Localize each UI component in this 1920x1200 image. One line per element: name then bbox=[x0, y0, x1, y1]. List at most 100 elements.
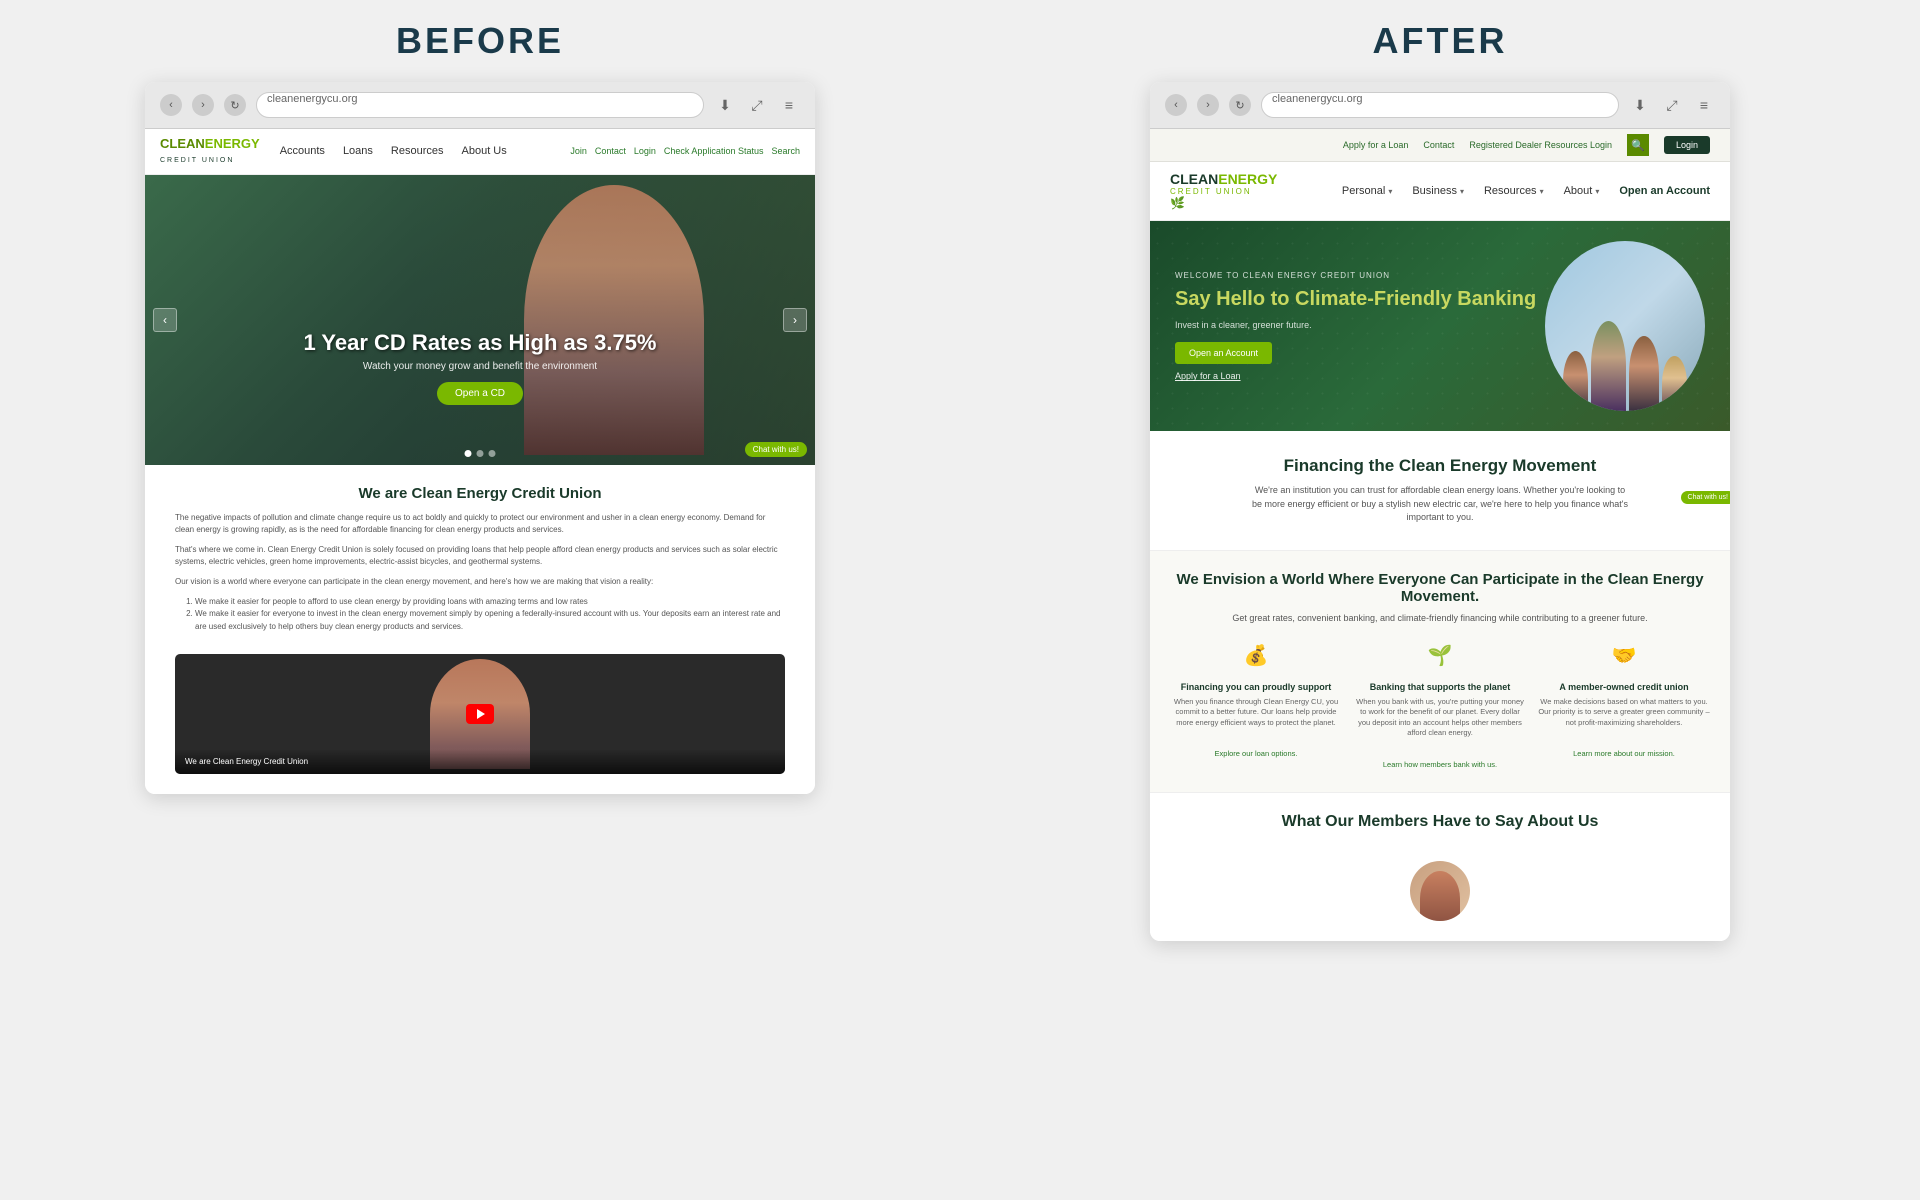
after-browser-chrome: ‹ › ↻ cleanenergycu.org ⬇ ⤢ ≡ bbox=[1150, 82, 1730, 129]
logo-energy: ENERGY bbox=[1218, 171, 1277, 187]
forward-button[interactable]: › bbox=[192, 94, 214, 116]
nav-resources-label: Resources bbox=[1484, 185, 1537, 197]
carousel-dot-3[interactable] bbox=[489, 450, 496, 457]
dealer-login-link[interactable]: Registered Dealer Resources Login bbox=[1469, 140, 1612, 150]
about-para1: The negative impacts of pollution and cl… bbox=[175, 512, 785, 536]
hero-family-image bbox=[1545, 241, 1705, 411]
chat-with-us-button[interactable]: Chat with us! bbox=[1681, 491, 1730, 504]
hero-person bbox=[413, 175, 815, 465]
hero-cta-button[interactable]: Open a CD bbox=[437, 382, 523, 405]
nav-search[interactable]: Search bbox=[771, 146, 800, 156]
feature-member-link[interactable]: Learn more about our mission. bbox=[1573, 749, 1675, 758]
nav-contact[interactable]: Contact bbox=[595, 146, 626, 156]
open-account-button[interactable]: Open an Account bbox=[1619, 185, 1710, 197]
testimonial-avatar bbox=[1410, 861, 1470, 921]
reload-button[interactable]: ↻ bbox=[1229, 94, 1251, 116]
chevron-down-icon: ▾ bbox=[1595, 187, 1599, 196]
carousel-next-button[interactable]: › bbox=[783, 308, 807, 332]
after-logo: CLEANENERGY CREDIT UNION 🌿 bbox=[1170, 172, 1277, 210]
after-site: Apply for a Loan Contact Registered Deal… bbox=[1150, 129, 1730, 941]
nav-business-label: Business bbox=[1412, 185, 1457, 197]
before-video[interactable]: We are Clean Energy Credit Union bbox=[175, 654, 785, 774]
back-button[interactable]: ‹ bbox=[160, 94, 182, 116]
forward-button[interactable]: › bbox=[1197, 94, 1219, 116]
before-nav-right: Join Contact Login Check Application Sta… bbox=[570, 146, 800, 156]
feature-planet-link[interactable]: Learn how members bank with us. bbox=[1383, 760, 1497, 769]
expand-icon: ⤢ bbox=[1661, 94, 1683, 116]
address-bar[interactable]: cleanenergycu.org bbox=[256, 92, 704, 118]
feature-planet-body: When you bank with us, you're putting yo… bbox=[1354, 697, 1526, 739]
after-nav: Personal ▾ Business ▾ Resources ▾ Abou bbox=[1307, 185, 1710, 197]
before-about-section: We are Clean Energy Credit Union The neg… bbox=[145, 465, 815, 654]
section1-heading: Financing the Clean Energy Movement bbox=[1170, 456, 1710, 476]
member-icon: 🤝 bbox=[1606, 638, 1642, 674]
contact-link[interactable]: Contact bbox=[1423, 140, 1454, 150]
hero-person-shape bbox=[524, 185, 704, 455]
carousel-dot-1[interactable] bbox=[465, 450, 472, 457]
after-hero-content: WELCOME TO CLEAN ENERGY CREDIT UNION Say… bbox=[1175, 271, 1545, 381]
nav-about[interactable]: About ▾ bbox=[1564, 185, 1600, 197]
download-icon: ⬇ bbox=[1629, 94, 1651, 116]
feature-planet-title: Banking that supports the planet bbox=[1354, 682, 1526, 692]
testimonial-avatar-area bbox=[1150, 851, 1730, 941]
feature-member-title: A member-owned credit union bbox=[1538, 682, 1710, 692]
carousel-prev-button[interactable]: ‹ bbox=[153, 308, 177, 332]
nav-business[interactable]: Business ▾ bbox=[1412, 185, 1464, 197]
menu-icon[interactable]: ≡ bbox=[1693, 94, 1715, 116]
reload-button[interactable]: ↻ bbox=[224, 94, 246, 116]
after-logo-sub: CREDIT UNION bbox=[1170, 187, 1277, 196]
nav-login[interactable]: Login bbox=[634, 146, 656, 156]
chevron-down-icon: ▾ bbox=[1540, 187, 1544, 196]
about-para3: Our vision is a world where everyone can… bbox=[175, 576, 785, 588]
youtube-play-button[interactable] bbox=[466, 704, 494, 724]
section3-heading: What Our Members Have to Say About Us bbox=[1170, 813, 1710, 831]
section2-heading: We Envision a World Where Everyone Can P… bbox=[1170, 571, 1710, 605]
logo-sub: CREDIT UNION bbox=[160, 157, 234, 164]
before-hero: ‹ › 1 Year CD Rates as High as 3.75% Wat… bbox=[145, 175, 815, 465]
address-bar[interactable]: cleanenergycu.org bbox=[1261, 92, 1619, 118]
hero-eyebrow: WELCOME TO CLEAN ENERGY CREDIT UNION bbox=[1175, 271, 1545, 280]
after-section-2: We Envision a World Where Everyone Can P… bbox=[1150, 551, 1730, 792]
carousel-dots bbox=[465, 450, 496, 457]
nav-loans[interactable]: Loans bbox=[343, 145, 373, 157]
logo-clean: CLEAN bbox=[160, 136, 205, 151]
nav-resources[interactable]: Resources bbox=[391, 145, 444, 157]
after-logo-main: CLEANENERGY bbox=[1170, 172, 1277, 187]
before-site: CLEANENERGY CREDIT UNION Accounts Loans … bbox=[145, 129, 815, 794]
login-button[interactable]: Login bbox=[1664, 136, 1710, 154]
before-logo-text: CLEANENERGY CREDIT UNION bbox=[160, 137, 260, 166]
feature-cards-container: 💰 Financing you can proudly support When… bbox=[1170, 638, 1710, 772]
section1-body: We're an institution you can trust for a… bbox=[1250, 484, 1630, 525]
hero-title: Say Hello to Climate-Friendly Banking bbox=[1175, 286, 1545, 312]
hero-subtitle: Watch your money grow and benefit the en… bbox=[145, 361, 815, 372]
carousel-dot-2[interactable] bbox=[477, 450, 484, 457]
feature-financing-link[interactable]: Explore our loan options. bbox=[1215, 749, 1298, 758]
after-browser-window: ‹ › ↻ cleanenergycu.org ⬇ ⤢ ≡ Apply for … bbox=[1150, 82, 1730, 941]
planet-icon: 🌱 bbox=[1422, 638, 1458, 674]
feature-card-planet: 🌱 Banking that supports the planet When … bbox=[1354, 638, 1526, 772]
nav-personal-label: Personal bbox=[1342, 185, 1385, 197]
section2-body: Get great rates, convenient banking, and… bbox=[1170, 613, 1710, 623]
menu-icon[interactable]: ≡ bbox=[778, 94, 800, 116]
apply-loan-link[interactable]: Apply for a Loan bbox=[1343, 140, 1409, 150]
nav-about-us[interactable]: About Us bbox=[462, 145, 507, 157]
nav-personal[interactable]: Personal ▾ bbox=[1342, 185, 1392, 197]
nav-accounts[interactable]: Accounts bbox=[280, 145, 325, 157]
hero-content: 1 Year CD Rates as High as 3.75% Watch y… bbox=[145, 330, 815, 405]
nav-join[interactable]: Join bbox=[570, 146, 587, 156]
download-icon: ⬇ bbox=[714, 94, 736, 116]
back-button[interactable]: ‹ bbox=[1165, 94, 1187, 116]
logo-energy: ENERGY bbox=[205, 136, 260, 151]
after-topbar: Apply for a Loan Contact Registered Deal… bbox=[1150, 129, 1730, 162]
after-label: AFTER bbox=[1373, 20, 1508, 62]
nav-check-app[interactable]: Check Application Status bbox=[664, 146, 764, 156]
hero-title: 1 Year CD Rates as High as 3.75% bbox=[145, 330, 815, 356]
leaf-icon: 🌿 bbox=[1170, 196, 1277, 210]
hero-chat-button[interactable]: Chat with us! bbox=[745, 442, 807, 457]
hero-apply-loan-link[interactable]: Apply for a Loan bbox=[1175, 371, 1545, 381]
search-icon[interactable]: 🔍 bbox=[1627, 134, 1649, 156]
before-logo: CLEANENERGY CREDIT UNION bbox=[160, 137, 260, 166]
before-nav: Accounts Loans Resources About Us bbox=[280, 145, 571, 157]
nav-resources[interactable]: Resources ▾ bbox=[1484, 185, 1544, 197]
hero-open-account-button[interactable]: Open an Account bbox=[1175, 342, 1272, 364]
